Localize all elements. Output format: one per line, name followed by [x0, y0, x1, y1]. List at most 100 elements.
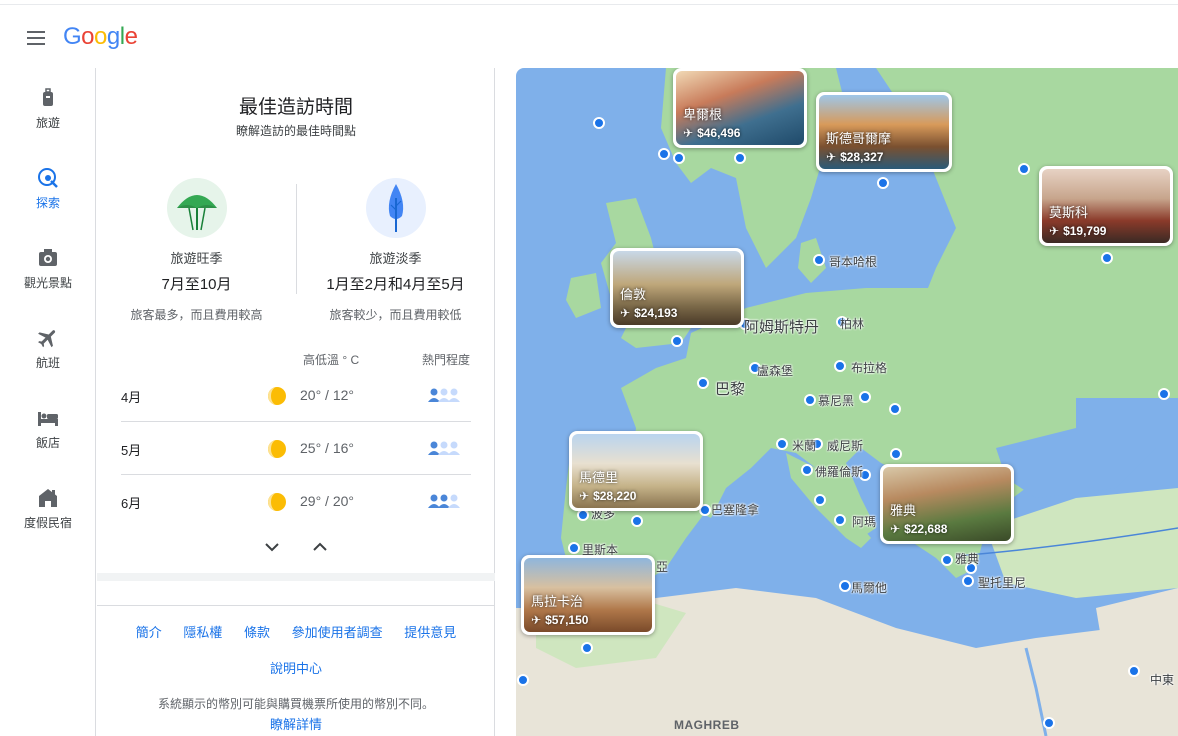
- map-pin[interactable]: [941, 554, 953, 566]
- map-pin[interactable]: [776, 438, 788, 450]
- city-label-naples: 阿瑪: [852, 515, 877, 529]
- destination-card[interactable]: 馬德里 ✈ $28,220: [569, 431, 703, 511]
- flight-icon: ✈: [620, 306, 631, 320]
- destination-card[interactable]: 雅典 ✈ $22,688: [880, 464, 1014, 544]
- map-pin[interactable]: [839, 580, 851, 592]
- explore-map[interactable]: 哥本哈根 阿姆斯特丹 柏林 盧森堡 布拉格 巴黎 慕尼黑 米蘭 威尼斯 佛羅倫斯…: [516, 68, 1178, 736]
- main-menu-button[interactable]: [22, 24, 50, 52]
- map-pin[interactable]: [889, 403, 901, 415]
- footer-link-feedback[interactable]: 提供意見: [404, 625, 456, 640]
- map-pin[interactable]: [804, 394, 816, 406]
- destination-name: 倫敦: [620, 287, 647, 302]
- destination-name: 雅典: [890, 503, 917, 518]
- footer-link-survey[interactable]: 參加使用者調查: [292, 625, 383, 640]
- popularity-icon: [428, 441, 460, 455]
- peak-season-note: 旅客最多，而且費用較高: [130, 308, 263, 322]
- map-pin[interactable]: [734, 152, 746, 164]
- panel-subtitle: 瞭解造訪的最佳時間點: [235, 124, 356, 138]
- house-icon: [39, 489, 57, 507]
- map-pin[interactable]: [568, 542, 580, 554]
- destination-name: 馬拉卡治: [531, 594, 584, 609]
- peak-season: 旅遊旺季 7月至10月 旅客最多，而且費用較高: [97, 178, 296, 323]
- best-time-panel: 最佳造訪時間 瞭解造訪的最佳時間點 旅遊旺季 7月至10月 旅客最多，而且費用較…: [97, 68, 495, 736]
- off-season: 旅遊淡季 1月至2月和4月至5月 旅客較少，而且費用較低: [296, 178, 495, 323]
- column-header-popularity: 熱門程度: [422, 353, 471, 367]
- explore-icon: [38, 168, 58, 188]
- map-pin[interactable]: [593, 117, 605, 129]
- partly-sunny-icon: [268, 387, 286, 405]
- nav-item-hotels[interactable]: 飯店: [0, 394, 96, 464]
- map-pin[interactable]: [834, 360, 846, 372]
- popularity-icon: [428, 388, 460, 402]
- destination-name: 斯德哥爾摩: [826, 131, 892, 146]
- destination-price: $57,150: [545, 613, 589, 627]
- destination-photo: 莫斯科 ✈ $19,799: [1042, 169, 1170, 243]
- destination-price: $24,193: [634, 306, 678, 320]
- footer-divider: [97, 605, 495, 606]
- map-pin[interactable]: [581, 642, 593, 654]
- destination-card[interactable]: 卑爾根 ✈ $46,496: [673, 68, 807, 148]
- nav-item-explore[interactable]: 探索: [0, 154, 96, 224]
- chevron-down-icon[interactable]: [263, 540, 281, 554]
- city-label-florence: 佛羅倫斯: [815, 465, 864, 479]
- side-navigation: 旅遊 探索 觀光景點 航班 飯店 度假民宿: [0, 68, 96, 736]
- month-name: 5月: [121, 443, 142, 458]
- city-label-seville: 亞: [656, 560, 669, 574]
- city-label-berlin: 柏林: [840, 317, 865, 331]
- flight-icon: ✈: [531, 613, 542, 627]
- popularity-icon: [428, 494, 460, 508]
- month-name: 4月: [121, 390, 142, 405]
- flight-icon: ✈: [579, 489, 590, 503]
- destination-name: 卑爾根: [683, 107, 723, 122]
- city-label-santorini: 聖托里尼: [978, 576, 1027, 590]
- camera-icon: [39, 249, 57, 266]
- map-pin[interactable]: [859, 391, 871, 403]
- destination-card[interactable]: 馬拉卡治 ✈ $57,150: [521, 555, 655, 635]
- map-pin[interactable]: [658, 148, 670, 160]
- map-pin[interactable]: [697, 377, 709, 389]
- city-label-prague: 布拉格: [851, 361, 888, 375]
- destination-card[interactable]: 倫敦 ✈ $24,193: [610, 248, 744, 328]
- footer-link-privacy[interactable]: 隱私權: [183, 625, 222, 640]
- map-pin[interactable]: [813, 254, 825, 266]
- flight-icon: ✈: [890, 522, 901, 536]
- nav-item-things-to-do[interactable]: 觀光景點: [0, 234, 96, 304]
- panel-title: 最佳造訪時間: [238, 97, 353, 118]
- map-pin[interactable]: [890, 448, 902, 460]
- google-logo[interactable]: Google: [63, 23, 138, 51]
- map-pin[interactable]: [877, 177, 889, 189]
- map-pin[interactable]: [814, 494, 826, 506]
- chevron-up-icon[interactable]: [311, 540, 329, 554]
- help-center-link[interactable]: 說明中心: [97, 658, 495, 677]
- top-border: [0, 0, 1178, 5]
- city-label-venice: 威尼斯: [827, 439, 864, 453]
- luggage-icon: [43, 88, 53, 106]
- nav-item-travel[interactable]: 旅遊: [0, 74, 96, 144]
- nav-item-vacation-rentals[interactable]: 度假民宿: [0, 474, 96, 544]
- map-pin[interactable]: [801, 464, 813, 476]
- city-label-paris: 巴黎: [715, 381, 746, 398]
- footer-link-terms[interactable]: 條款: [244, 625, 270, 640]
- map-pin[interactable]: [1158, 388, 1170, 400]
- map-pin[interactable]: [962, 575, 974, 587]
- map-pin[interactable]: [671, 335, 683, 347]
- map-pin[interactable]: [1101, 252, 1113, 264]
- map-pin[interactable]: [1128, 665, 1140, 677]
- month-temperature: 20° / 12°: [300, 387, 355, 403]
- footer-link-about[interactable]: 簡介: [136, 625, 162, 640]
- destination-photo: 雅典 ✈ $22,688: [883, 467, 1011, 541]
- map-pin[interactable]: [1043, 717, 1055, 729]
- destination-photo: 馬拉卡治 ✈ $57,150: [524, 558, 652, 632]
- flight-icon: ✈: [1049, 224, 1060, 238]
- map-pin[interactable]: [834, 514, 846, 526]
- destination-card[interactable]: 莫斯科 ✈ $19,799: [1039, 166, 1173, 246]
- learn-more-link[interactable]: 瞭解詳情: [97, 714, 495, 733]
- destination-card[interactable]: 斯德哥爾摩 ✈ $28,327: [816, 92, 952, 172]
- map-pin[interactable]: [1018, 163, 1030, 175]
- destination-name: 馬德里: [579, 470, 619, 485]
- nav-item-flights[interactable]: 航班: [0, 314, 96, 384]
- map-pin[interactable]: [673, 152, 685, 164]
- off-season-range: 1月至2月和4月至5月: [326, 276, 465, 293]
- map-pin[interactable]: [517, 674, 529, 686]
- map-pin[interactable]: [631, 515, 643, 527]
